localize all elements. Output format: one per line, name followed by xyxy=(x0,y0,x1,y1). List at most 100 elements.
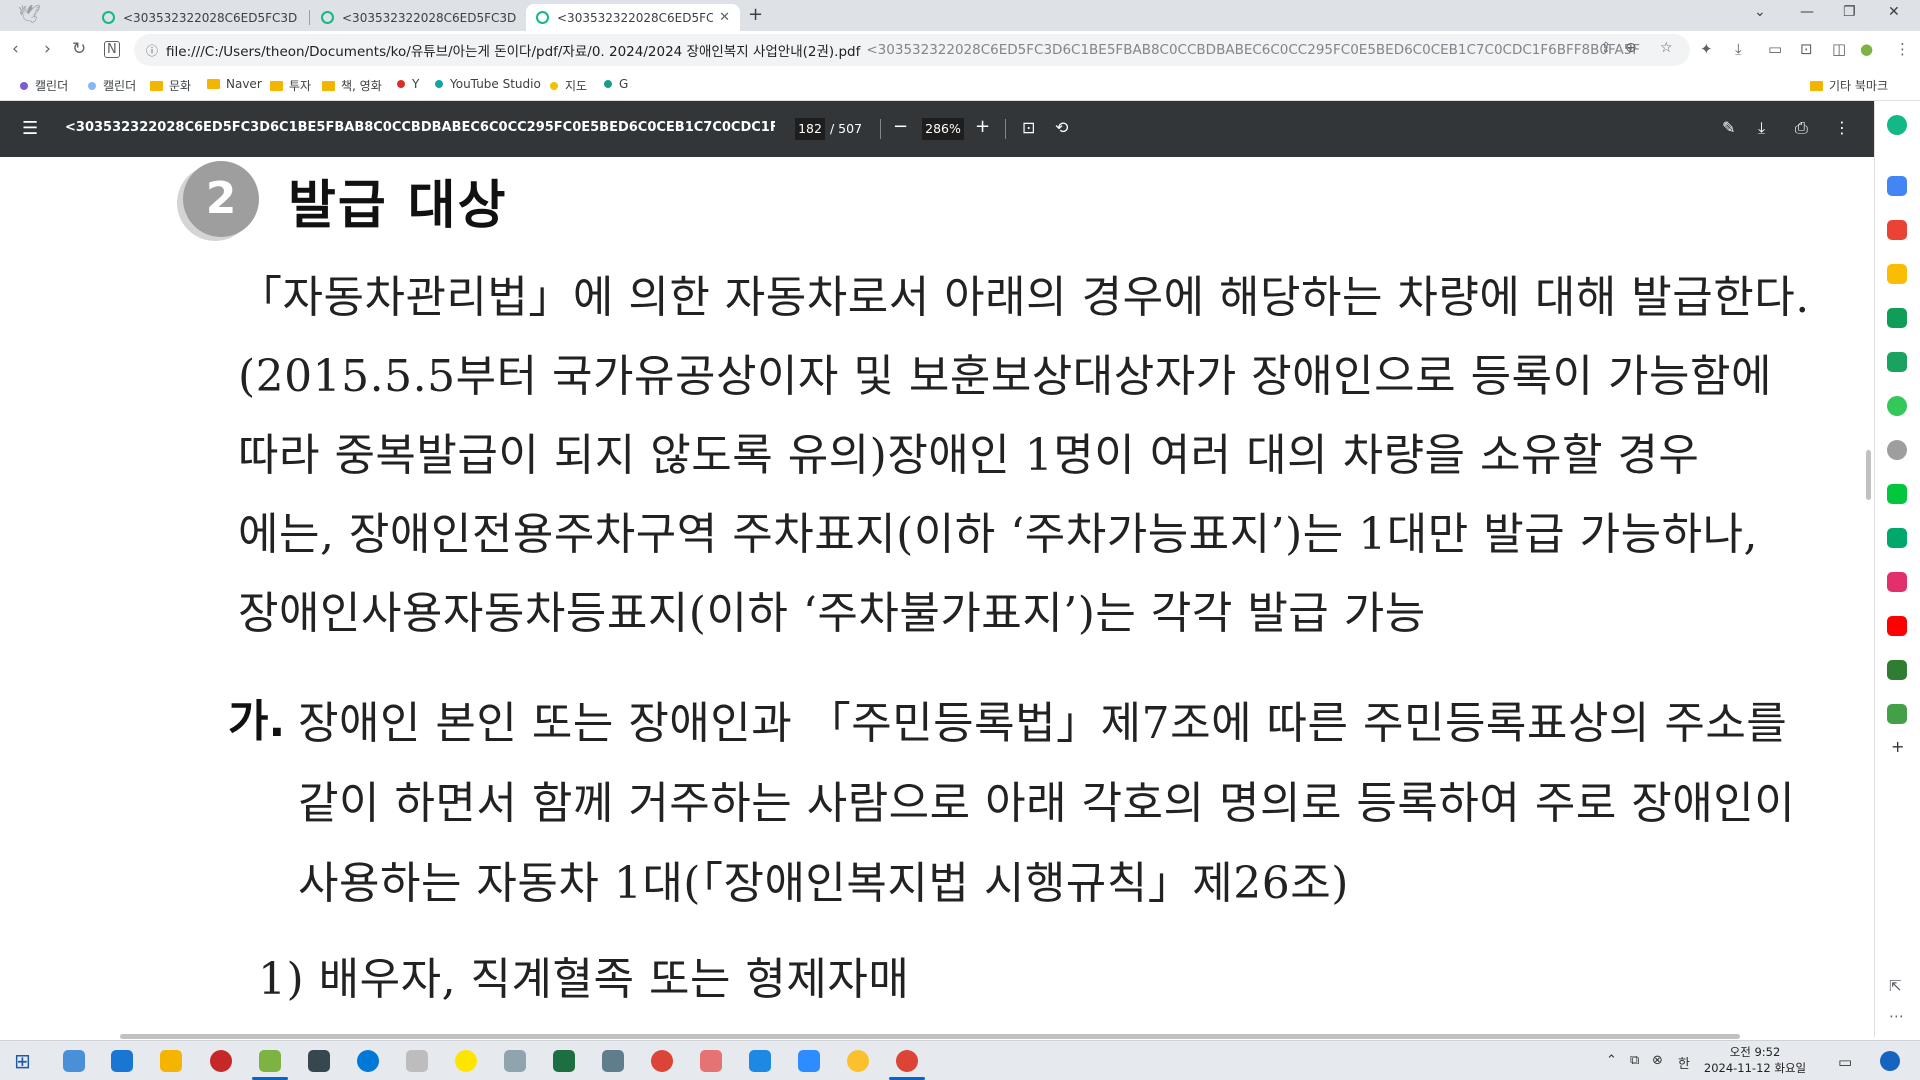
bookmark-folder[interactable]: 책, 영화 xyxy=(322,77,382,94)
sidebar-sheets-icon[interactable] xyxy=(1887,352,1907,372)
browser-tab[interactable]: <303532322028C6ED5FC3D6C1BE5FBAB8C0CCBDB… xyxy=(92,4,307,31)
sidebar-open-external-icon[interactable]: ⇱ xyxy=(1889,977,1902,995)
extensions-icon[interactable]: ✦ xyxy=(1700,40,1713,58)
file-explorer-icon[interactable] xyxy=(160,1050,182,1072)
sidebar-naver-icon[interactable] xyxy=(1887,704,1907,724)
vertical-scrollbar[interactable] xyxy=(1866,450,1871,500)
paragraph-line: 에는, 장애인전용주차구역 주차표지(이하 ‘주차가능표지’)는 1대만 발급 … xyxy=(238,509,1759,560)
sidebar-add-icon[interactable]: + xyxy=(1891,737,1904,756)
horizontal-scrollbar[interactable] xyxy=(120,1034,1740,1039)
sidebar-youtube-icon[interactable] xyxy=(1887,616,1907,636)
kakaotalk-icon[interactable] xyxy=(455,1050,477,1072)
close-window-button[interactable]: ✕ xyxy=(1888,4,1900,20)
bookmark-item[interactable]: Y xyxy=(397,77,419,91)
bookmark-item[interactable]: G xyxy=(604,77,628,91)
sidebar-play-store-icon[interactable] xyxy=(1887,528,1907,548)
reload-icon[interactable]: ↻ xyxy=(72,39,86,59)
sidebar-star-icon[interactable] xyxy=(1887,264,1907,284)
browser-tab-active[interactable]: <303532322028C6ED5FC3D6C1BE5FBAB8C0CCBDB… xyxy=(526,4,740,31)
taskbar-app-icon[interactable] xyxy=(504,1050,526,1072)
notification-icon[interactable]: ▭ xyxy=(1838,1053,1852,1071)
close-tab-icon[interactable]: ✕ xyxy=(719,10,730,25)
browser-tab[interactable]: <303532322028C6ED5FC3D6C1BE5FBAB8C0CCBDB… xyxy=(311,4,526,31)
record-icon[interactable] xyxy=(210,1050,232,1072)
new-tab-button[interactable]: + xyxy=(748,4,763,25)
bookmark-folder[interactable]: Naver xyxy=(207,77,262,91)
section-number-badge: 2 xyxy=(183,161,259,237)
edge-icon[interactable] xyxy=(357,1050,379,1072)
taskbar-app-icon[interactable] xyxy=(308,1050,330,1072)
minimize-button[interactable]: — xyxy=(1800,4,1814,20)
user-avatar-icon[interactable] xyxy=(1880,1051,1900,1071)
excel-icon[interactable] xyxy=(553,1050,575,1072)
sidebar-chart-icon[interactable] xyxy=(1887,660,1907,680)
pdf-more-icon[interactable]: ⋮ xyxy=(1834,118,1850,137)
tray-network-icon[interactable]: ⧉ xyxy=(1630,1053,1639,1068)
file-info-icon[interactable]: ⓘ xyxy=(146,42,158,59)
tray-volume-icon[interactable]: ⊗ xyxy=(1652,1053,1663,1068)
g-icon xyxy=(604,80,612,88)
download-icon[interactable]: ⤓ xyxy=(1735,40,1742,58)
browser-toolbar: ‹ › ↻ N ⓘ file:///C:/Users/theon/Documen… xyxy=(0,31,1920,69)
bookmark-item[interactable]: 지도 xyxy=(550,77,587,94)
side-panel-icon[interactable]: ◫ xyxy=(1832,40,1846,58)
address-bar[interactable]: ⓘ file:///C:/Users/theon/Documents/ko/유튜… xyxy=(134,34,1690,66)
sidebar-line-icon[interactable] xyxy=(1887,484,1907,504)
sidebar-pocket-icon[interactable] xyxy=(1887,220,1907,240)
bookmark-item[interactable]: 캘린더 xyxy=(88,77,136,94)
zoom-out-button[interactable]: − xyxy=(893,116,908,137)
print-icon[interactable]: ⎙ xyxy=(1795,118,1808,138)
ime-indicator[interactable]: 한 xyxy=(1678,1053,1690,1072)
sidebar-calendar-icon[interactable] xyxy=(1887,176,1907,196)
tray-chevron-icon[interactable]: ⌃ xyxy=(1606,1053,1617,1068)
system-clock[interactable]: 오전 9:52 2024-11-12 화요일 xyxy=(1700,1044,1810,1076)
tab-search-icon[interactable]: ⌄ xyxy=(1754,4,1766,20)
restore-button[interactable]: ❐ xyxy=(1843,4,1856,20)
bookmark-item[interactable]: YouTube Studio xyxy=(435,77,541,91)
calculator-icon[interactable] xyxy=(602,1050,624,1072)
fit-page-icon[interactable]: ⊡ xyxy=(1022,118,1035,137)
taskbar-app-icon[interactable] xyxy=(111,1050,133,1072)
tab-capture-icon[interactable]: ▭ xyxy=(1768,40,1782,58)
pdf-download-icon[interactable]: ⤓ xyxy=(1758,118,1765,138)
sidebar-more-icon[interactable]: ⋯ xyxy=(1889,1007,1904,1025)
player-icon[interactable] xyxy=(847,1050,869,1072)
sidebar-edge-icon[interactable] xyxy=(1887,308,1907,328)
zoom-icon[interactable]: ⊕ xyxy=(1625,40,1637,56)
zoom-in-button[interactable]: + xyxy=(975,116,990,137)
bookmark-folder[interactable]: 투자 xyxy=(270,77,311,94)
rotate-icon[interactable]: ⟲ xyxy=(1055,118,1068,137)
zoom-input[interactable]: 286% xyxy=(922,118,964,140)
taskbar-app-icon[interactable] xyxy=(749,1050,771,1072)
chrome-icon[interactable] xyxy=(651,1050,673,1072)
sidebar-play-icon[interactable] xyxy=(1887,396,1907,416)
reader-n-icon[interactable]: N xyxy=(104,41,120,58)
bookmark-star-icon[interactable]: ☆ xyxy=(1660,40,1673,56)
taskbar-app-icon[interactable] xyxy=(406,1050,428,1072)
bookmark-label: YouTube Studio xyxy=(450,77,541,91)
taskbar-app-icon[interactable] xyxy=(63,1050,85,1072)
section-number: 2 xyxy=(205,173,237,224)
page-total: / 507 xyxy=(830,121,863,136)
sidebar-app-icon[interactable] xyxy=(1887,115,1907,135)
screenshot-icon[interactable]: ⊡ xyxy=(1800,40,1813,58)
profile-avatar-icon[interactable]: ● xyxy=(1860,40,1873,58)
annotate-pen-icon[interactable]: ✎ xyxy=(1722,118,1735,137)
taskbar-app-icon[interactable] xyxy=(259,1050,281,1072)
page-number-input[interactable]: 182 xyxy=(795,118,825,140)
other-bookmarks-folder[interactable]: 기타 북마크 xyxy=(1810,77,1888,94)
bookmark-folder[interactable]: 문화 xyxy=(150,77,191,94)
taskbar-app-icon[interactable] xyxy=(700,1050,722,1072)
share-icon[interactable]: ⇪ xyxy=(1600,40,1612,56)
hamburger-menu-icon[interactable]: ☰ xyxy=(22,118,38,139)
bookmark-item[interactable]: 캘린더 xyxy=(20,77,68,94)
sidebar-instagram-icon[interactable] xyxy=(1887,572,1907,592)
paragraph-line: 따라 중복발급이 되지 않도록 유의)장애인 1명이 여러 대의 차량을 소유할… xyxy=(238,430,1700,481)
back-icon[interactable]: ‹ xyxy=(12,39,19,59)
chrome-icon[interactable] xyxy=(896,1050,918,1072)
zoom-app-icon[interactable] xyxy=(798,1050,820,1072)
sidebar-bot-icon[interactable] xyxy=(1887,440,1907,460)
forward-icon[interactable]: › xyxy=(44,39,51,59)
more-menu-icon[interactable]: ⋮ xyxy=(1895,40,1910,58)
windows-start-icon[interactable]: ⊞ xyxy=(14,1049,31,1073)
